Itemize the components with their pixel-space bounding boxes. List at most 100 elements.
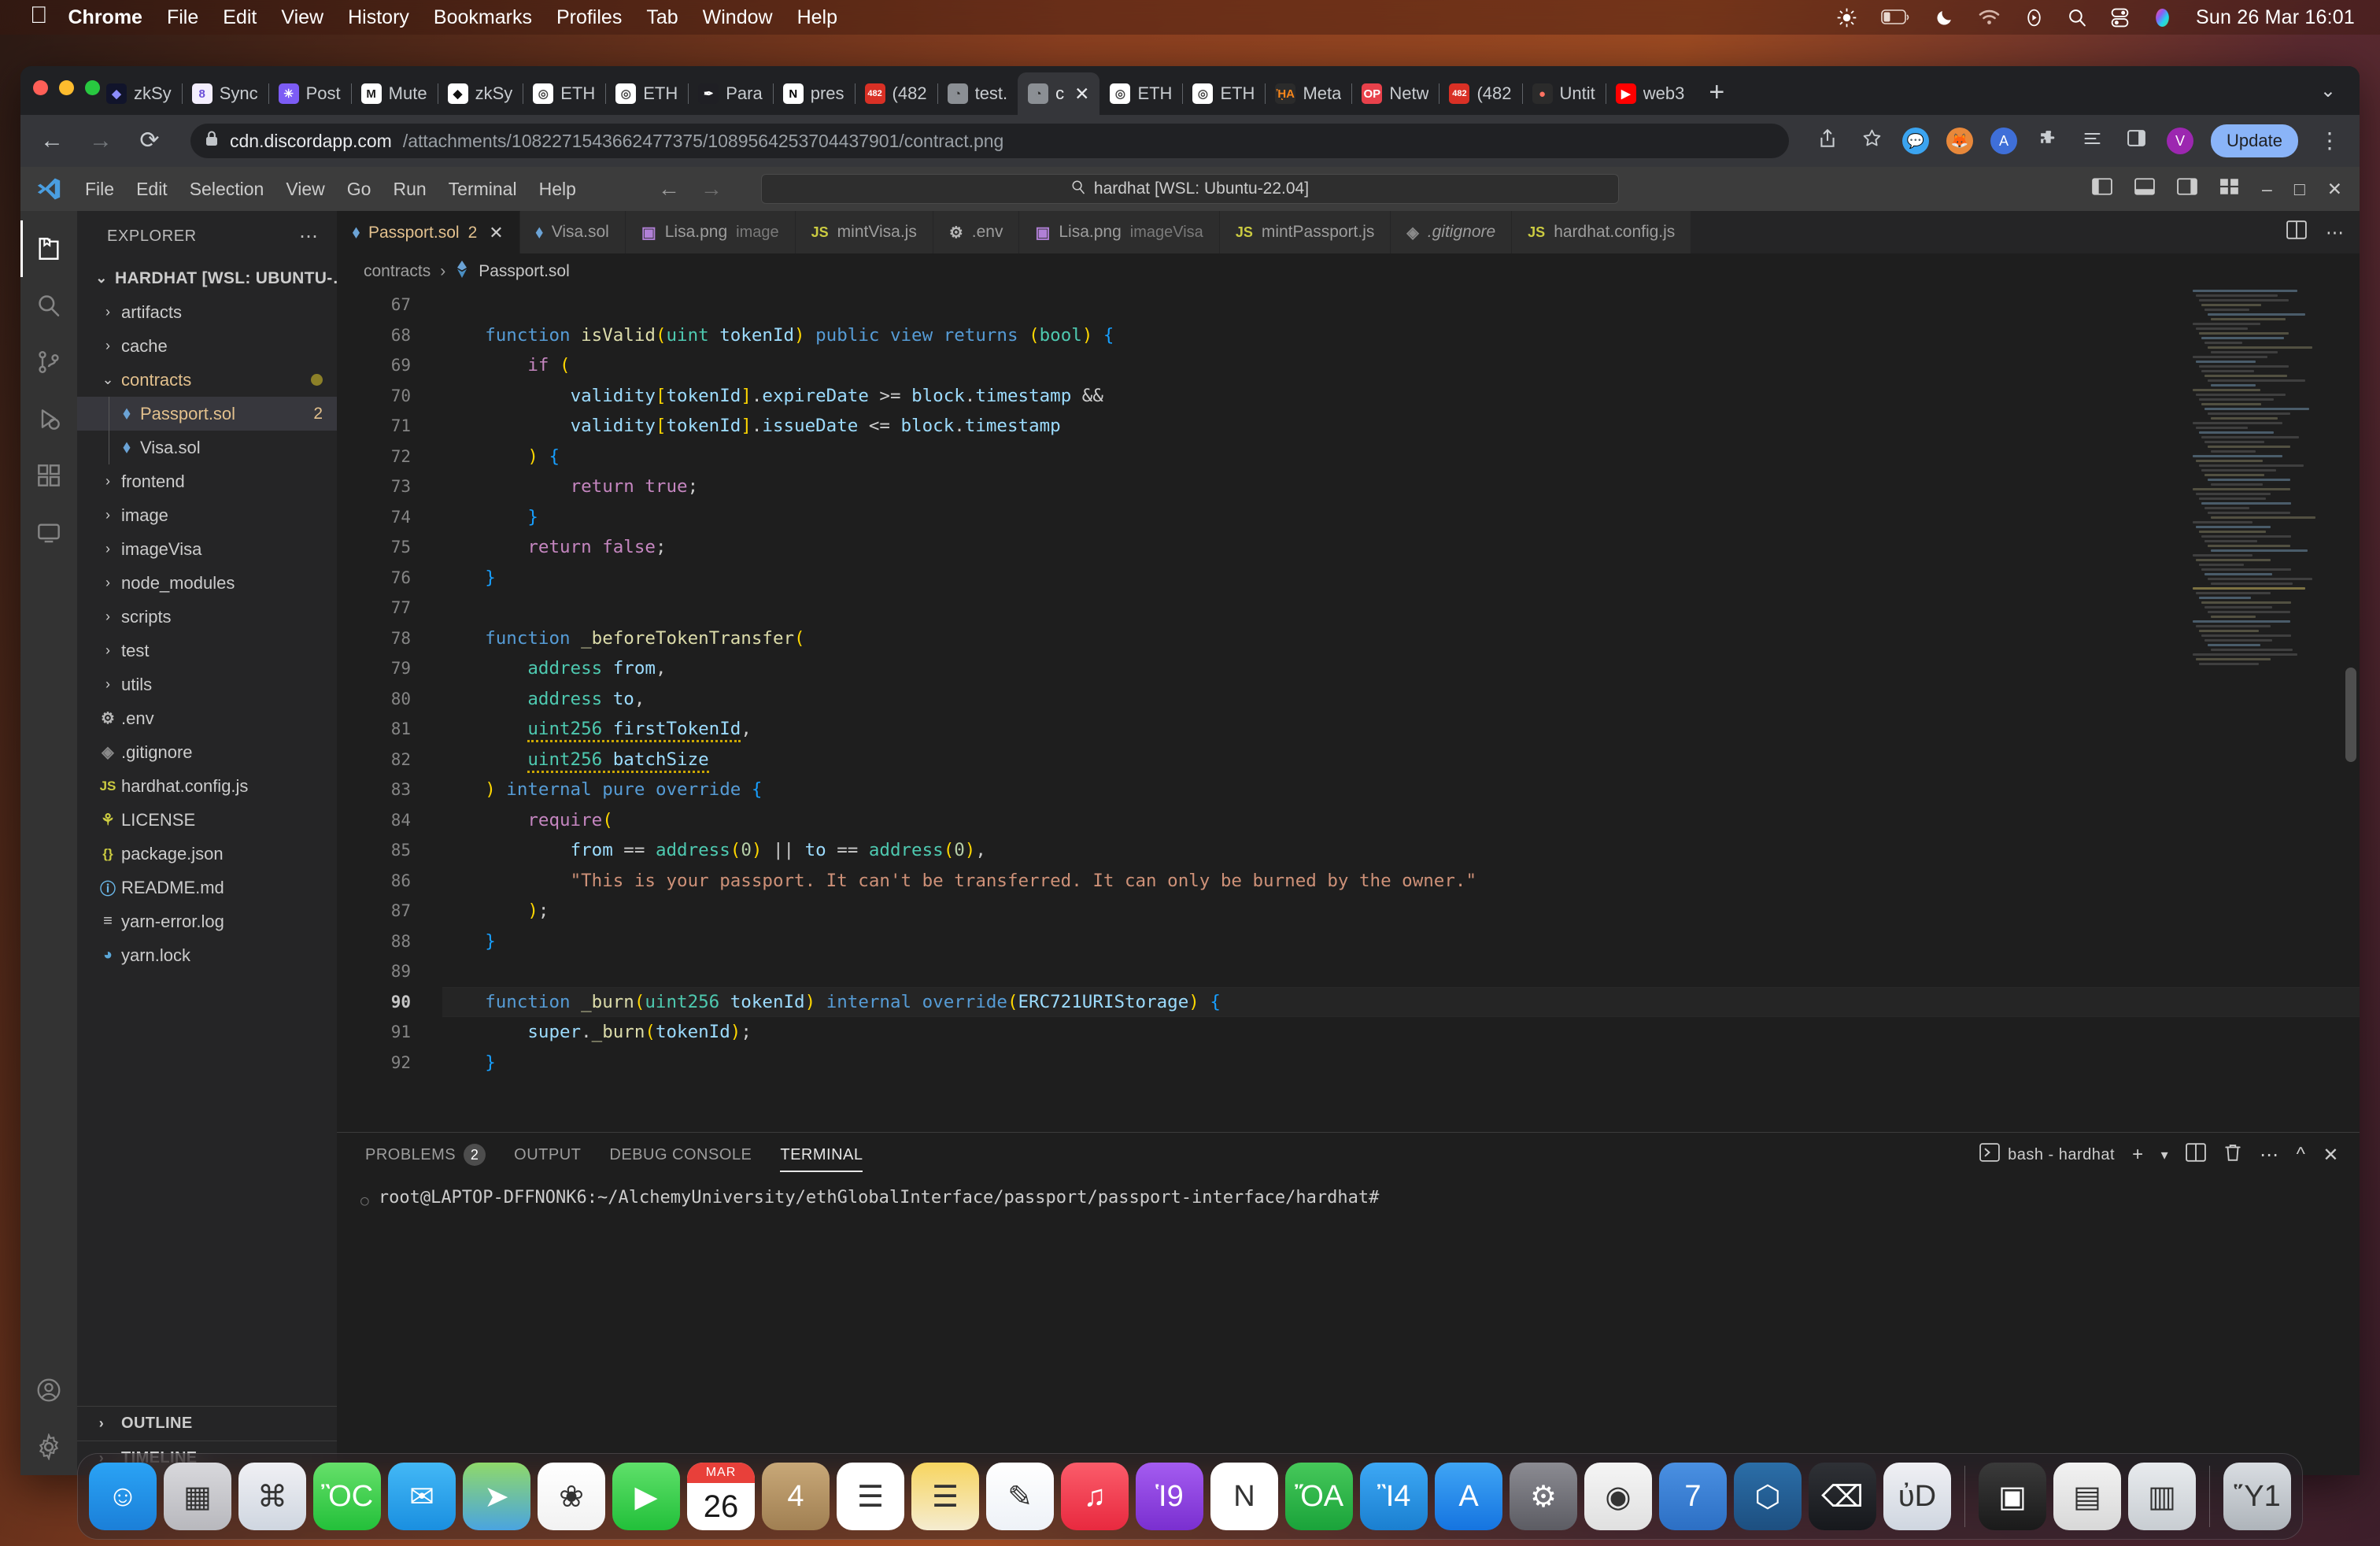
code-line[interactable]: super._burn(tokenId); <box>442 1017 2360 1048</box>
browser-tab[interactable]: 8 Sync <box>182 72 268 115</box>
menu-window[interactable]: Window <box>703 6 773 29</box>
dock-item-keynote[interactable]: Ἲ4 <box>1360 1463 1428 1530</box>
close-editor-tab-icon[interactable]: ✕ <box>489 223 503 243</box>
sidebar-item-source-control[interactable] <box>20 334 77 390</box>
code-line[interactable]: uint256 batchSize <box>442 745 2360 775</box>
editor-tab[interactable]: JS mintVisa.js <box>796 211 933 253</box>
dock-item-finder[interactable]: ☺ <box>89 1463 157 1530</box>
dock-item-safari[interactable]: ⌘ <box>238 1463 306 1530</box>
reload-button[interactable]: ⟳ <box>134 129 165 153</box>
vscode-menu-file[interactable]: File <box>74 179 125 200</box>
dock-item-screenshot-2[interactable]: ▤ <box>2053 1463 2121 1530</box>
new-tab-button[interactable]: + <box>1709 79 1724 105</box>
dock-item-preview[interactable]: ὐD <box>1883 1463 1951 1530</box>
code-editor[interactable]: 67 68 69 70 71 72 73 74 75 76 77 78 79 80 81 82 83 84 85 86… <box>337 290 2360 1132</box>
sidebar-item-remote-explorer[interactable] <box>20 504 77 560</box>
code-line[interactable]: uint256 firstTokenId, <box>442 714 2360 745</box>
code-lines[interactable]: function isValid(uint tokenId) public vi… <box>428 290 2360 1078</box>
code-line[interactable]: } <box>442 1048 2360 1078</box>
code-line[interactable] <box>442 593 2360 623</box>
panel-more-icon[interactable]: ⋯ <box>2260 1144 2279 1167</box>
apple-logo-icon[interactable]:  <box>30 4 48 28</box>
profile-avatar[interactable]: V <box>2167 128 2193 154</box>
browser-tab[interactable]: ▶ web3 <box>1606 72 1695 115</box>
explorer-more-actions-icon[interactable]: ⋯ <box>299 225 320 248</box>
tree-item[interactable]: › frontend <box>77 464 337 498</box>
share-icon[interactable] <box>1814 128 1841 154</box>
brightness-icon[interactable] <box>1836 7 1857 28</box>
code-line[interactable]: from == address(0) || to == address(0), <box>442 835 2360 866</box>
tab-output[interactable]: OUTPUT <box>514 1133 581 1177</box>
editor-tab[interactable]: JS hardhat.config.js <box>1512 211 1691 253</box>
tree-item[interactable]: ⌄ contracts <box>77 363 337 397</box>
dock-item-vscode[interactable]: ⬡ <box>1734 1463 1802 1530</box>
vscode-menu-terminal[interactable]: Terminal <box>438 179 528 200</box>
siri-icon[interactable] <box>2153 8 2172 28</box>
minimize-window-button[interactable] <box>59 80 74 95</box>
dock-item-maps[interactable]: ➤ <box>463 1463 530 1530</box>
reading-list-icon[interactable] <box>2079 130 2105 153</box>
editor-tab[interactable]: ▣ Lisa.png image <box>626 211 796 253</box>
vscode-menu-help[interactable]: Help <box>528 179 587 200</box>
dock-item-trash[interactable]: Ὕ1 <box>2223 1463 2291 1530</box>
editor-tab[interactable]: ⬧ Visa.sol <box>520 211 626 253</box>
dock-item-mail[interactable]: ✉ <box>388 1463 456 1530</box>
browser-tab[interactable]: ◎ ETH <box>1099 72 1182 115</box>
window-close-button[interactable]: ✕ <box>2327 179 2342 200</box>
tree-item[interactable]: ≡ yarn-error.log <box>77 904 337 938</box>
browser-tab[interactable]: M Mute <box>351 72 438 115</box>
minimap[interactable] <box>2193 290 2342 534</box>
browser-tab[interactable]: ◔ test. <box>937 72 1018 115</box>
dock-item-calendar[interactable]: MAR 26 <box>687 1463 755 1530</box>
toggle-primary-sidebar-icon[interactable] <box>2092 178 2112 200</box>
browser-tab[interactable]: ᾘA Meta <box>1265 72 1351 115</box>
customize-layout-icon[interactable] <box>2219 178 2240 200</box>
code-line[interactable]: function _burn(uint256 tokenId) internal… <box>442 987 2360 1018</box>
tree-item[interactable]: › node_modules <box>77 566 337 600</box>
sidebar-item-run-and-debug[interactable] <box>20 390 77 447</box>
sidepanel-icon[interactable] <box>2123 129 2149 153</box>
dock-item-appstore[interactable]: A <box>1435 1463 1502 1530</box>
split-terminal-icon[interactable] <box>2186 1143 2206 1167</box>
sidebar-item-settings[interactable] <box>20 1418 77 1475</box>
control-center-icon[interactable] <box>2111 8 2129 28</box>
menu-tab[interactable]: Tab <box>646 6 678 29</box>
vscode-menu-selection[interactable]: Selection <box>179 179 275 200</box>
vertical-scrollbar[interactable] <box>2345 668 2356 762</box>
close-tab-icon[interactable]: ✕ <box>1074 85 1089 103</box>
browser-tab[interactable]: ◆ zkSy <box>438 72 523 115</box>
code-line[interactable]: } <box>442 926 2360 957</box>
code-line[interactable]: "This is your passport. It can't be tran… <box>442 866 2360 897</box>
vscode-menu-edit[interactable]: Edit <box>125 179 179 200</box>
dock-item-launchpad[interactable]: ▦ <box>164 1463 231 1530</box>
tab-problems[interactable]: PROBLEMS 2 <box>365 1133 486 1177</box>
maximize-window-button[interactable] <box>85 80 100 95</box>
metamask-extension-icon[interactable]: 🦊 <box>1946 128 1973 154</box>
dock-item-podcasts[interactable]: Ἱ9 <box>1136 1463 1203 1530</box>
browser-tab[interactable]: 482 (482 <box>855 72 937 115</box>
new-terminal-icon[interactable]: + <box>2132 1144 2144 1166</box>
menu-bookmarks[interactable]: Bookmarks <box>434 6 532 29</box>
code-line[interactable]: ) internal pure override { <box>442 775 2360 805</box>
code-line[interactable]: return true; <box>442 472 2360 502</box>
code-line[interactable]: validity[tokenId].expireDate >= block.ti… <box>442 381 2360 412</box>
browser-tab[interactable]: ✒ Para <box>688 72 772 115</box>
toggle-panel-icon[interactable] <box>2134 178 2155 200</box>
tree-root-folder[interactable]: ⌄ HARDHAT [WSL: UBUNTU-… <box>77 261 337 295</box>
moon-do-not-disturb-icon[interactable] <box>1935 8 1954 28</box>
editor-more-actions-icon[interactable]: ⋯ <box>2326 222 2344 243</box>
maximize-panel-icon[interactable]: ^ <box>2297 1144 2306 1166</box>
tab-search-chevron-down-icon[interactable]: ⌄ <box>2320 80 2360 102</box>
dock-item-facetime[interactable]: ▶ <box>612 1463 680 1530</box>
editor-tab[interactable]: ▣ Lisa.png imageVisa <box>1019 211 1219 253</box>
dock-item-zoom[interactable]: ὏7 <box>1659 1463 1727 1530</box>
editor-tab[interactable]: ⬧ Passport.sol 2 ✕ <box>337 211 520 253</box>
puzzle-extension-icon[interactable] <box>2034 128 2061 153</box>
code-line[interactable]: validity[tokenId].issueDate <= block.tim… <box>442 411 2360 442</box>
dock-item-freeform[interactable]: ✎ <box>986 1463 1054 1530</box>
code-line[interactable]: return false; <box>442 532 2360 563</box>
code-line[interactable]: function isValid(uint tokenId) public vi… <box>442 320 2360 351</box>
dock-item-screenshot-1[interactable]: ▣ <box>1979 1463 2046 1530</box>
vscode-forward-button[interactable]: → <box>700 176 722 202</box>
menu-help[interactable]: Help <box>797 6 837 29</box>
